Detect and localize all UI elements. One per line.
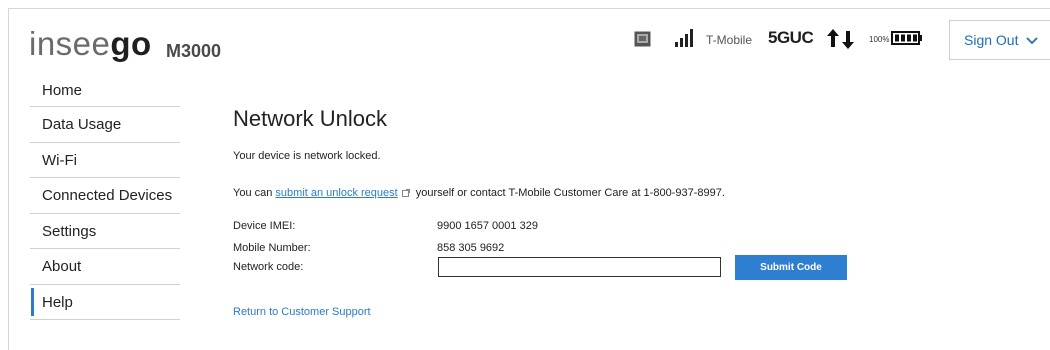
device-model: M3000 (166, 41, 222, 61)
submit-code-button[interactable]: Submit Code (735, 255, 847, 280)
page-title: Network Unlock (233, 106, 388, 131)
brand-logo: inseego (29, 27, 152, 60)
mobile-number-label: Mobile Number: (233, 242, 311, 254)
signal-bars-icon (675, 29, 693, 47)
unlock-suffix: yourself or contact T-Mobile Customer Ca… (415, 187, 725, 199)
sidebar-item-wifi[interactable]: Wi-Fi (30, 143, 180, 178)
imei-label: Device IMEI: (233, 220, 296, 232)
unlock-instructions: You can submit an unlock request yourself… (233, 187, 725, 199)
sidebar-item-settings[interactable]: Settings (30, 214, 180, 249)
sign-out-button[interactable]: Sign Out (949, 20, 1050, 60)
sim-card-icon (634, 31, 651, 47)
sidebar-nav: Home Data Usage Wi-Fi Connected Devices … (30, 78, 180, 320)
updown-arrows-icon (827, 29, 854, 49)
network-code-input[interactable] (438, 257, 721, 277)
sidebar-item-home[interactable]: Home (30, 78, 180, 107)
network-type: 5GUC (768, 28, 814, 47)
sidebar-item-about[interactable]: About (30, 249, 180, 285)
return-to-support-link[interactable]: Return to Customer Support (233, 306, 371, 318)
chevron-down-icon (1026, 37, 1039, 45)
imei-value: 9900 1657 0001 329 (437, 220, 538, 232)
battery-percent: 100% (869, 35, 890, 44)
locked-message: Your device is network locked. (233, 150, 381, 162)
header: inseego M3000 T-Mobile 5GUC 100% Sign Ou… (9, 9, 1050, 73)
sidebar-item-data-usage[interactable]: Data Usage (30, 107, 180, 143)
battery-icon (891, 31, 922, 45)
sign-out-label: Sign Out (964, 32, 1019, 48)
unlock-request-link[interactable]: submit an unlock request (275, 187, 397, 199)
sidebar-item-help[interactable]: Help (30, 285, 180, 320)
network-code-label: Network code: (233, 261, 304, 273)
brand-bold: go (110, 25, 152, 62)
external-link-icon (401, 189, 410, 198)
unlock-prefix: You can (233, 187, 273, 199)
app-frame: inseego M3000 T-Mobile 5GUC 100% Sign Ou… (8, 8, 1050, 350)
carrier-name: T-Mobile (706, 33, 753, 47)
mobile-number-value: 858 305 9692 (437, 242, 505, 254)
sidebar-item-connected-devices[interactable]: Connected Devices (30, 178, 180, 214)
brand-light: insee (29, 25, 111, 62)
